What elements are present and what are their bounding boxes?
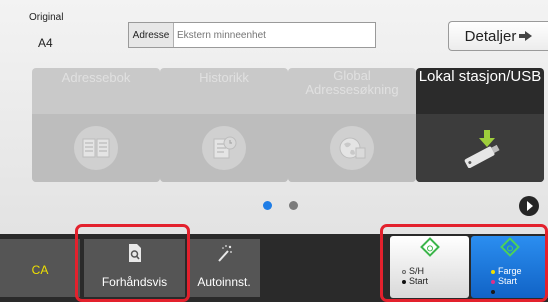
tile-history[interactable]: Historikk [160, 68, 288, 182]
color-start-button[interactable]: Farge Start [471, 236, 548, 298]
address-label: Adresse [129, 23, 174, 47]
auto-settings-button[interactable]: Autoinnst. [188, 239, 260, 297]
details-label: Detaljer [464, 27, 517, 45]
history-icon [160, 114, 288, 182]
details-button[interactable]: Detaljer [448, 21, 548, 51]
usb-drive-icon [416, 114, 544, 182]
screen: Original A4 Adresse Detaljer Adressebok [0, 0, 548, 302]
start-icon [419, 237, 440, 257]
tile-label: Adressebok [61, 70, 131, 85]
preview-label: Forhåndsvis [101, 275, 168, 289]
original-size[interactable]: A4 [38, 36, 53, 50]
address-field[interactable]: Adresse [128, 22, 376, 48]
bw-start-mode: S/H [409, 266, 425, 276]
preview-icon [128, 244, 141, 262]
preview-button[interactable]: Forhåndsvis [84, 239, 185, 297]
page-indicator-active [263, 201, 272, 210]
start-icon [499, 237, 520, 257]
ca-button[interactable]: CA [0, 239, 80, 297]
original-label: Original [29, 12, 64, 23]
next-page-button[interactable] [519, 196, 539, 216]
auto-settings-label: Autoinnst. [197, 275, 251, 289]
address-input[interactable] [174, 23, 375, 47]
magic-wand-icon [218, 245, 232, 262]
address-book-icon [32, 114, 160, 182]
tile-label: Lokal stasjon/USB [418, 68, 542, 85]
bw-start-label: Start [409, 276, 429, 286]
tile-address-book[interactable]: Adressebok [32, 68, 160, 182]
color-start-mode: Farge [498, 266, 522, 276]
arrow-right-icon [519, 31, 533, 41]
tile-global-address-search[interactable]: Global Adressesøkning [288, 68, 416, 182]
page-indicator[interactable] [289, 201, 298, 210]
play-icon [527, 201, 533, 211]
color-start-label: Start [498, 276, 518, 286]
tile-label: Global Adressesøkning [305, 68, 399, 97]
globe-icon [288, 114, 416, 182]
tile-label: Historikk [199, 70, 249, 85]
bw-start-button[interactable]: S/H Start [390, 236, 469, 298]
tile-local-drive-usb[interactable]: Lokal stasjon/USB [416, 68, 544, 182]
